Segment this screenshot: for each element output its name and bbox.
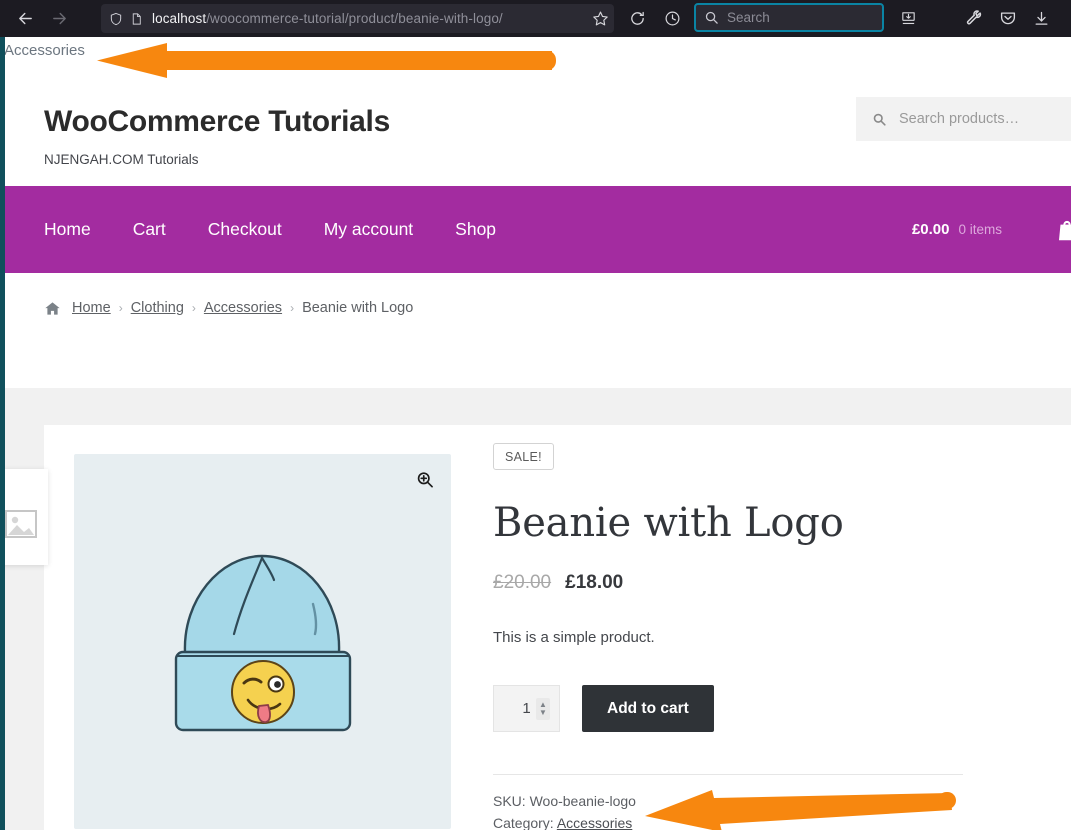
product-category-row: Category: Accessories xyxy=(493,812,963,830)
price-row: £20.00 £18.00 xyxy=(493,572,963,594)
cart-item-count: 0 items xyxy=(958,222,1002,237)
search-bar[interactable]: Search xyxy=(694,3,884,32)
main-navigation: Home Cart Checkout My account Shop £0.00… xyxy=(0,186,1071,273)
category-link[interactable]: Accessories xyxy=(557,815,632,830)
browser-toolbar: localhost/woocommerce-tutorial/product/b… xyxy=(0,0,1071,37)
cart-summary[interactable]: £0.00 0 items xyxy=(912,186,1071,273)
breadcrumb: Home › Clothing › Accessories › Beanie w… xyxy=(44,300,413,316)
product-gallery[interactable] xyxy=(74,454,451,829)
nav-item-my-account[interactable]: My account xyxy=(324,219,413,240)
sku-label: SKU: xyxy=(493,793,526,809)
chevron-down-icon[interactable]: ▼ xyxy=(539,708,547,717)
page-icon xyxy=(130,11,143,27)
reload-icon[interactable] xyxy=(622,3,652,33)
breadcrumb-item-accessories[interactable]: Accessories xyxy=(204,300,282,316)
product-search-placeholder: Search products… xyxy=(899,111,1020,127)
cart-total: £0.00 xyxy=(911,221,950,238)
quantity-stepper[interactable]: ▲ ▼ xyxy=(493,685,560,732)
product-search-input[interactable]: Search products… xyxy=(856,97,1071,141)
add-to-cart-form: ▲ ▼ Add to cart xyxy=(493,685,963,732)
nav-item-cart[interactable]: Cart xyxy=(133,219,166,240)
breadcrumb-separator: › xyxy=(118,301,123,315)
nav-item-shop[interactable]: Shop xyxy=(455,219,496,240)
site-header: WooCommerce Tutorials NJENGAH.COM Tutori… xyxy=(0,86,1071,186)
url-path: /woocommerce-tutorial/product/beanie-wit… xyxy=(206,11,503,26)
nav-item-home[interactable]: Home xyxy=(44,219,91,240)
search-icon xyxy=(704,10,719,25)
price-sale: £18.00 xyxy=(565,572,624,593)
url-host: localhost xyxy=(152,11,207,26)
product-sku-row: SKU: Woo-beanie-logo xyxy=(493,790,963,812)
page-title: Accessories xyxy=(4,42,85,59)
breadcrumb-separator: › xyxy=(191,301,196,315)
shield-icon xyxy=(109,11,123,27)
product-image xyxy=(174,554,351,732)
download-icon[interactable] xyxy=(1026,3,1056,33)
web-page: Accessories WooCommerce Tutorials NJENGA… xyxy=(0,37,1071,830)
navigation-buttons xyxy=(0,4,76,34)
wrench-icon[interactable] xyxy=(959,3,989,33)
home-icon[interactable] xyxy=(44,301,61,316)
divider xyxy=(493,774,963,775)
side-thumbnail-panel[interactable] xyxy=(0,469,48,565)
zoom-in-icon[interactable] xyxy=(411,466,439,494)
image-placeholder-icon xyxy=(4,509,38,544)
product-title: Beanie with Logo xyxy=(493,500,844,546)
shopping-cart-icon[interactable] xyxy=(1054,216,1071,244)
site-tagline: NJENGAH.COM Tutorials xyxy=(44,152,199,167)
save-to-pocket-icon[interactable] xyxy=(893,3,923,33)
breadcrumb-area: Home › Clothing › Accessories › Beanie w… xyxy=(0,273,1071,388)
search-icon xyxy=(872,112,887,127)
clock-icon[interactable] xyxy=(657,3,687,33)
product-meta: SKU: Woo-beanie-logo Category: Accessori… xyxy=(493,790,963,830)
back-button[interactable] xyxy=(8,4,42,34)
add-to-cart-button[interactable]: Add to cart xyxy=(582,685,714,732)
address-bar[interactable]: localhost/woocommerce-tutorial/product/b… xyxy=(101,4,614,33)
sku-value: Woo-beanie-logo xyxy=(529,793,636,809)
category-label: Category: xyxy=(493,815,554,830)
product-short-description: This is a simple product. xyxy=(493,629,655,646)
breadcrumb-item-current: Beanie with Logo xyxy=(302,300,414,316)
window-left-edge xyxy=(0,37,5,830)
price-original: £20.00 xyxy=(493,572,552,593)
product-summary: SALE! Beanie with Logo £20.00 £18.00 Thi… xyxy=(493,443,963,830)
url-text: localhost/woocommerce-tutorial/product/b… xyxy=(152,11,503,26)
pocket-icon[interactable] xyxy=(993,3,1023,33)
quantity-spinner[interactable]: ▲ ▼ xyxy=(536,697,550,720)
breadcrumb-item-clothing[interactable]: Clothing xyxy=(131,300,184,316)
breadcrumb-item-home[interactable]: Home xyxy=(72,300,111,316)
site-title: WooCommerce Tutorials xyxy=(44,105,390,138)
breadcrumb-separator: › xyxy=(290,301,295,315)
search-placeholder: Search xyxy=(727,10,770,25)
nav-link-list: Home Cart Checkout My account Shop xyxy=(44,186,538,273)
forward-button[interactable] xyxy=(42,4,76,34)
star-icon[interactable] xyxy=(585,3,615,33)
sale-badge: SALE! xyxy=(493,443,554,470)
nav-item-checkout[interactable]: Checkout xyxy=(208,219,282,240)
